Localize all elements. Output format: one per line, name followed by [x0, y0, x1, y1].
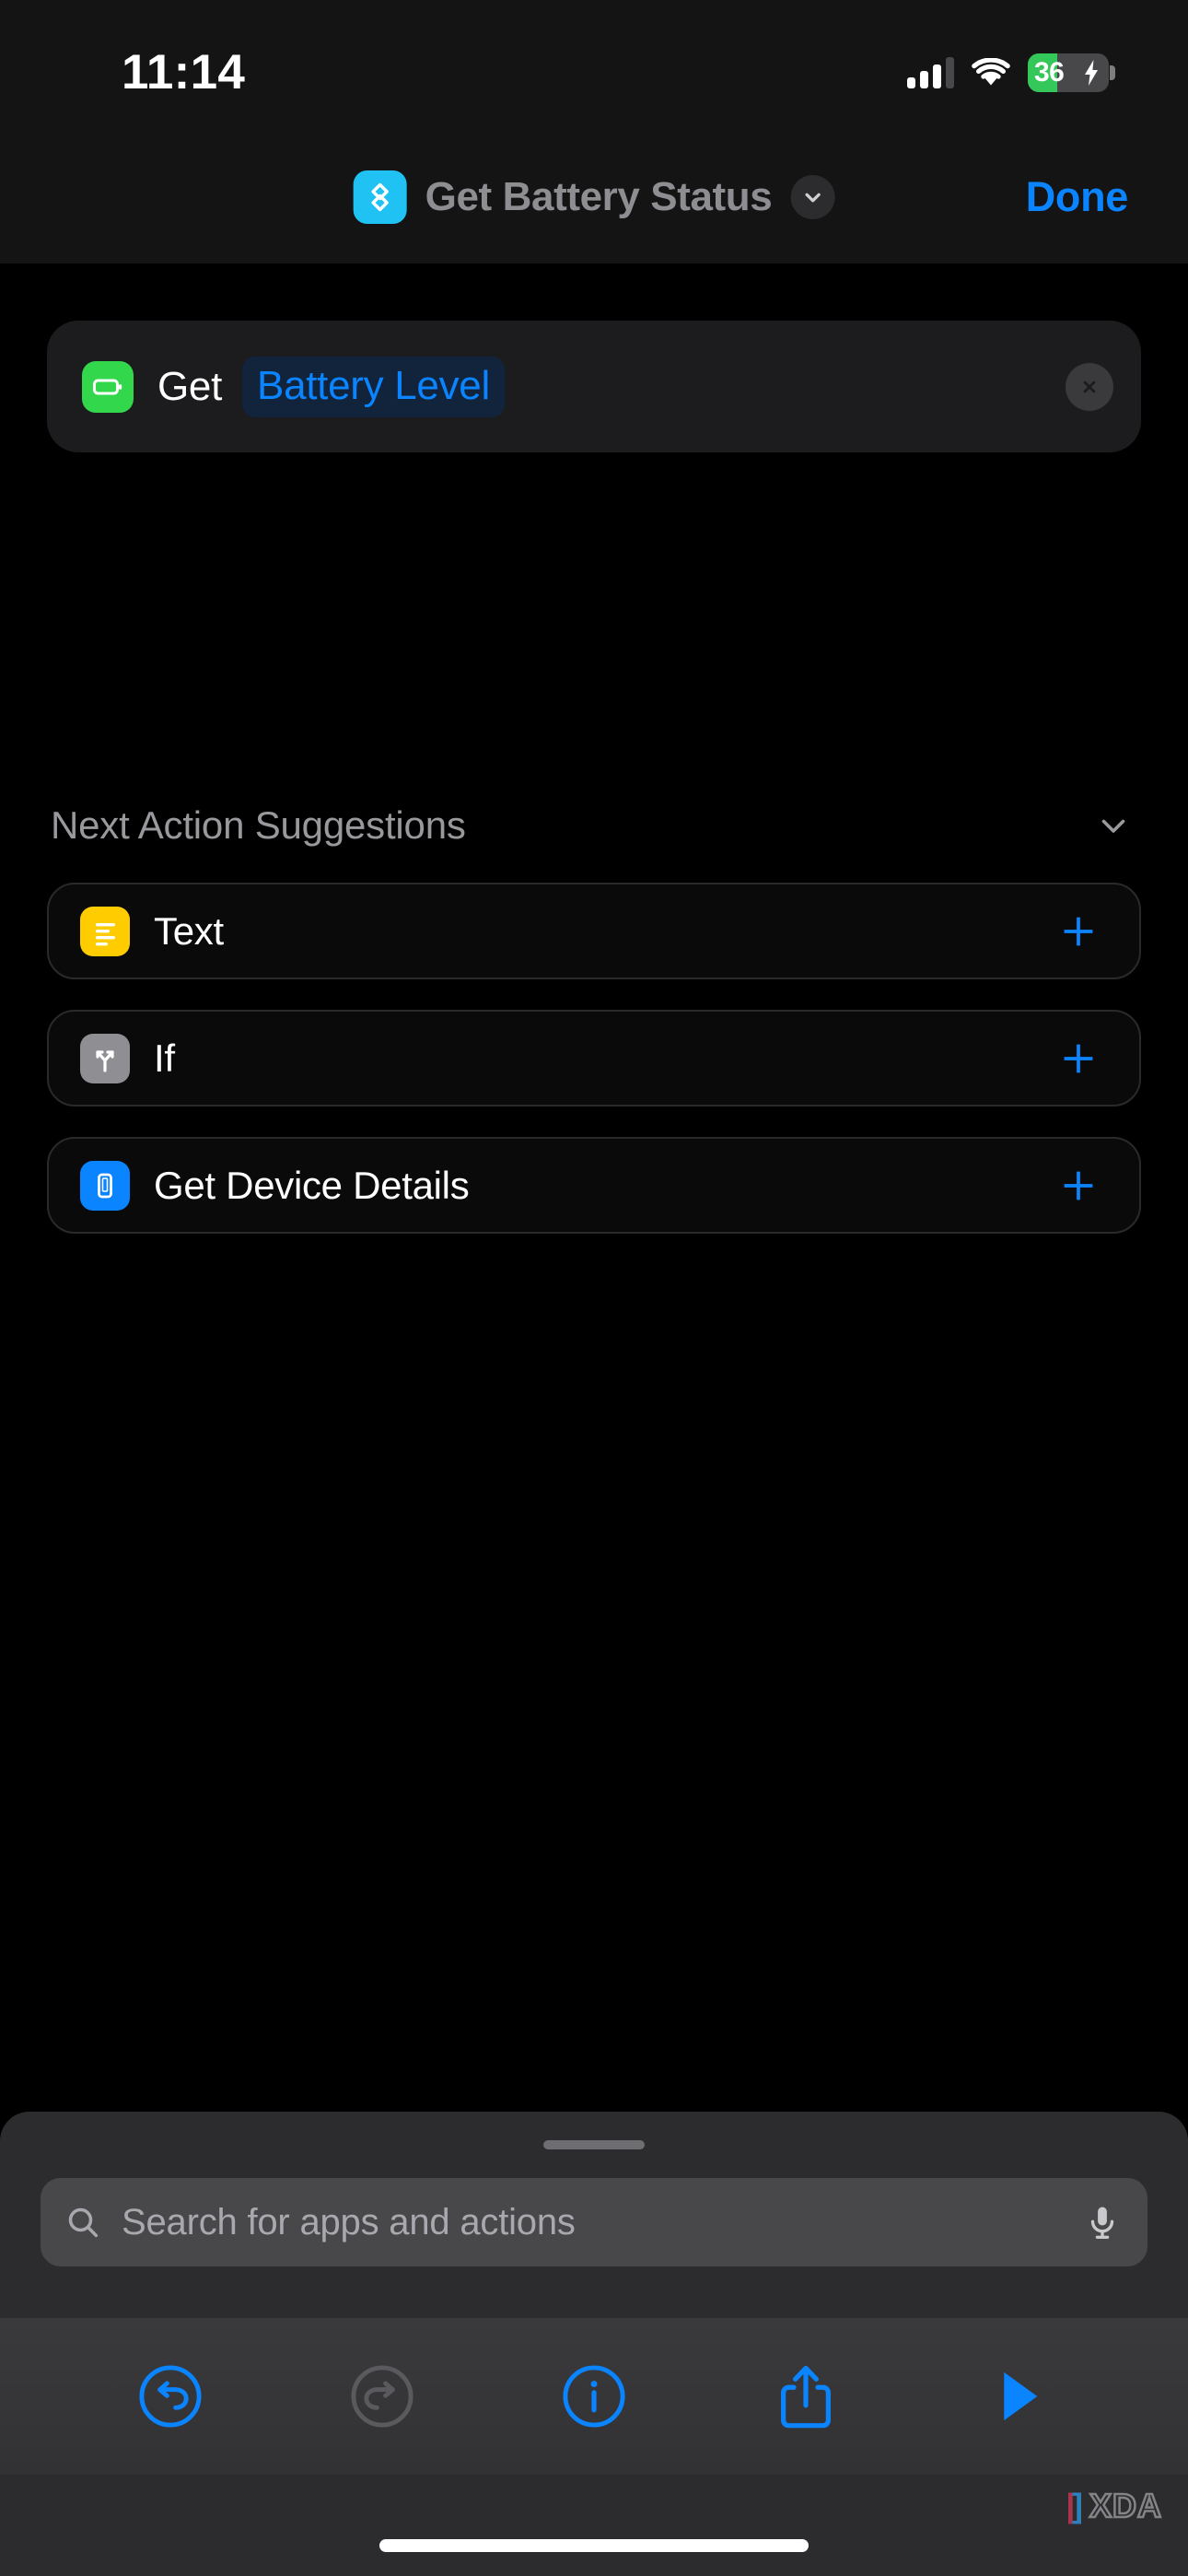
- run-button[interactable]: [912, 2341, 1124, 2452]
- status-bar-time: 11:14: [122, 45, 246, 100]
- search-placeholder-text: Search for apps and actions: [122, 2201, 576, 2242]
- battery-glyph: [93, 379, 122, 394]
- cellular-bars-icon: [907, 57, 954, 88]
- plus-icon[interactable]: [1053, 906, 1104, 957]
- share-button[interactable]: [700, 2341, 912, 2452]
- redo-arrow-icon: [351, 2365, 413, 2428]
- action-card-get-battery-level[interactable]: Get Battery Level: [47, 321, 1141, 452]
- undo-arrow-icon: [139, 2365, 202, 2428]
- suggestion-row-text[interactable]: Text: [47, 883, 1141, 979]
- device-phone-icon: [80, 1160, 130, 1211]
- plus-glyph: [1064, 1171, 1093, 1200]
- search-input[interactable]: Search for apps and actions: [41, 2178, 1147, 2266]
- next-action-suggestions-title: Next Action Suggestions: [51, 803, 466, 847]
- plus-glyph: [1064, 1044, 1093, 1072]
- battery-cap: [1110, 65, 1115, 80]
- navigation-bar: Get Battery Status Done: [0, 131, 1188, 263]
- charging-bolt-icon: [1085, 60, 1098, 86]
- watermark-word: XDA: [1089, 2487, 1163, 2524]
- battery-icon: 36: [1028, 53, 1115, 92]
- info-button[interactable]: [488, 2341, 700, 2452]
- undo-button[interactable]: [64, 2341, 276, 2452]
- text-lines-icon: [80, 906, 130, 956]
- action-variable-token[interactable]: Battery Level: [242, 356, 505, 417]
- shortcuts-editor-screen: 11:14 36 Get Battery Status Done Get Bat…: [0, 0, 1188, 2576]
- home-indicator: [379, 2539, 809, 2552]
- chevron-down-glyph: [1101, 819, 1125, 833]
- shortcuts-app-icon: [353, 170, 407, 224]
- action-verb-label: Get: [157, 363, 223, 409]
- done-button[interactable]: Done: [1026, 173, 1129, 221]
- page-title: Get Battery Status: [425, 174, 773, 219]
- shortcuts-layers-glyph: [371, 182, 389, 212]
- redo-button[interactable]: [276, 2341, 488, 2452]
- info-circle-icon: [563, 2365, 625, 2428]
- chevron-down-glyph: [805, 193, 821, 203]
- suggestion-label: Text: [154, 908, 224, 953]
- device-phone-glyph: [98, 1173, 112, 1198]
- microphone-icon[interactable]: [1083, 2203, 1122, 2242]
- suggestion-row-get-device-details[interactable]: Get Device Details: [47, 1137, 1141, 1234]
- watermark-bracket-right: ]: [1071, 2487, 1083, 2524]
- chevron-down-icon[interactable]: [1089, 802, 1137, 849]
- plus-icon[interactable]: [1053, 1033, 1104, 1084]
- search-icon: [68, 2207, 99, 2238]
- close-x-glyph: [1083, 381, 1096, 392]
- plus-icon[interactable]: [1053, 1160, 1104, 1212]
- share-square-arrow-icon: [781, 2365, 831, 2429]
- sheet-grabber[interactable]: [543, 2140, 645, 2149]
- suggestion-label: Get Device Details: [154, 1163, 470, 1207]
- xda-watermark: [ ] XDA: [1066, 2487, 1163, 2524]
- branch-arrows-glyph: [96, 1049, 114, 1072]
- status-bar: 11:14 36: [0, 0, 1188, 131]
- suggestion-label: If: [154, 1036, 175, 1080]
- suggestion-row-if[interactable]: If: [47, 1010, 1141, 1107]
- close-icon[interactable]: [1066, 362, 1113, 411]
- play-triangle-icon: [1004, 2371, 1038, 2421]
- next-action-suggestions-header[interactable]: Next Action Suggestions: [51, 802, 1137, 849]
- wifi-icon: [972, 58, 1010, 86]
- plus-glyph: [1064, 917, 1093, 945]
- battery-icon: [82, 360, 134, 413]
- chevron-down-icon[interactable]: [790, 175, 835, 219]
- branch-arrows-icon: [80, 1033, 130, 1083]
- shortcut-title-group[interactable]: Get Battery Status: [353, 170, 835, 224]
- editor-toolbar: [0, 2318, 1188, 2475]
- text-lines-glyph: [96, 922, 115, 945]
- status-bar-indicators: 36: [907, 53, 1115, 92]
